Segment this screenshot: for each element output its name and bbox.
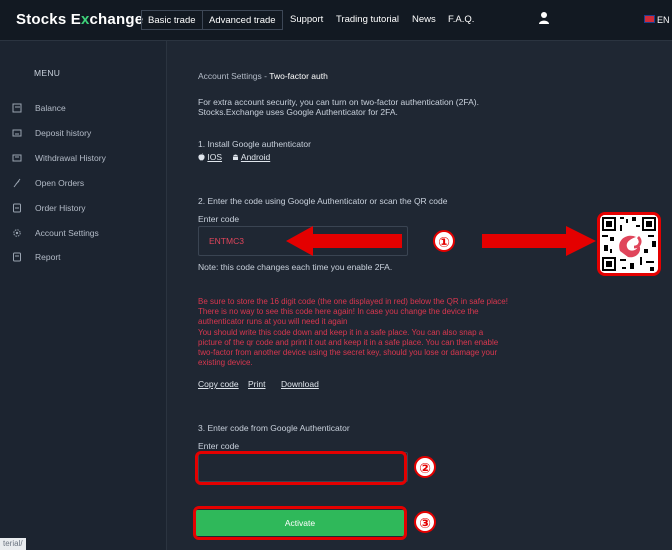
annotation-box-3 [193,506,407,540]
right-arrow [482,226,596,256]
annotation-number-3: ③ [414,511,436,533]
left-arrow [286,226,402,256]
qr-code-image [600,215,658,273]
annotation-number-1: ① [433,230,455,252]
annotation-number-2: ② [414,456,436,478]
annotation-box-2 [195,451,407,485]
qr-code [597,212,661,276]
